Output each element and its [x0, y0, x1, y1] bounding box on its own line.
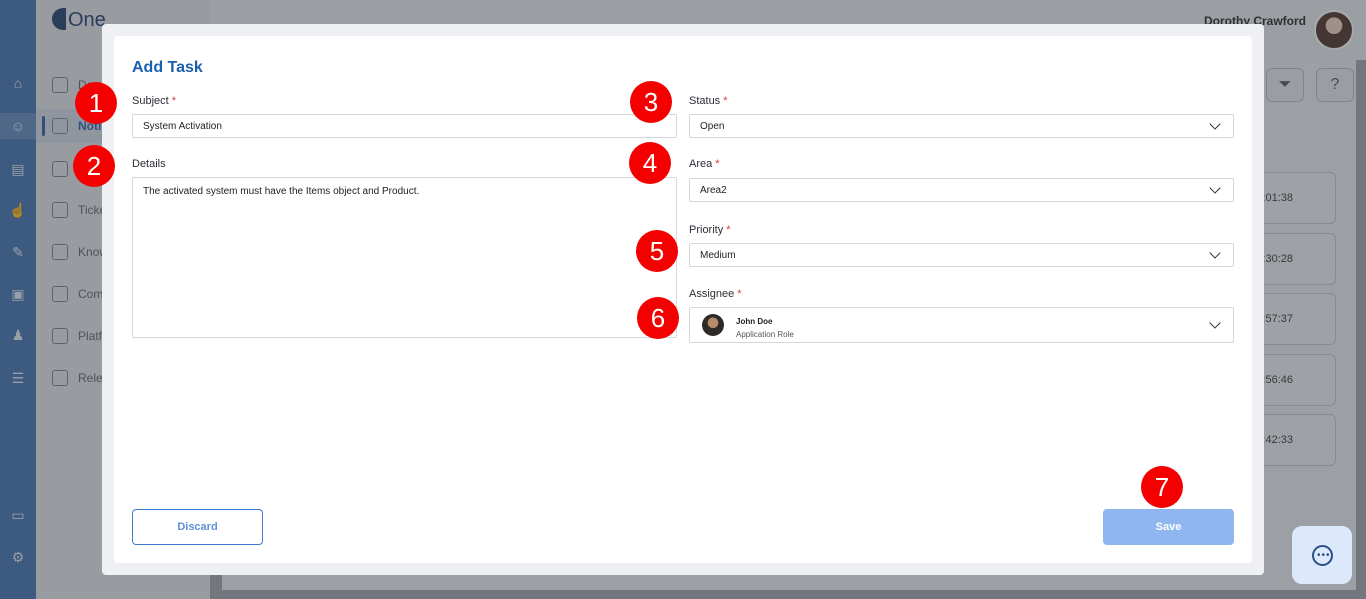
discard-button[interactable]: Discard — [132, 509, 263, 545]
priority-select[interactable]: Medium — [689, 243, 1234, 267]
priority-label: Priority * — [689, 224, 731, 236]
modal-body: Add Task Subject * System Activation Deta… — [114, 36, 1252, 563]
chevron-down-icon — [1209, 247, 1221, 259]
marker-1: 1 — [75, 82, 117, 124]
marker-2: 2 — [73, 145, 115, 187]
modal-title: Add Task — [132, 59, 203, 76]
area-select[interactable]: Area2 — [689, 178, 1234, 202]
marker-5: 5 — [636, 230, 678, 272]
assignee-select[interactable]: John Doe Application Role — [689, 307, 1234, 343]
assignee-role: Application Role — [736, 330, 794, 339]
marker-6: 6 — [637, 297, 679, 339]
details-textarea[interactable]: The activated system must have the Items… — [132, 177, 677, 338]
chevron-down-icon — [1209, 182, 1221, 194]
chevron-down-icon — [1209, 317, 1221, 329]
marker-4: 4 — [629, 142, 671, 184]
save-button[interactable]: Save — [1103, 509, 1234, 545]
area-label: Area * — [689, 158, 720, 170]
avatar — [702, 314, 724, 336]
chat-button[interactable]: ••• — [1292, 526, 1352, 584]
chevron-down-icon — [1209, 118, 1221, 130]
details-label: Details — [132, 158, 166, 170]
marker-7: 7 — [1141, 466, 1183, 508]
assignee-label: Assignee * — [689, 288, 742, 300]
status-label: Status * — [689, 95, 728, 107]
marker-3: 3 — [630, 81, 672, 123]
assignee-name: John Doe — [736, 317, 773, 326]
subject-label: Subject * — [132, 95, 176, 107]
subject-input[interactable]: System Activation — [132, 114, 677, 138]
status-select[interactable]: Open — [689, 114, 1234, 138]
add-task-modal: Add Task Subject * System Activation Deta… — [102, 24, 1264, 575]
